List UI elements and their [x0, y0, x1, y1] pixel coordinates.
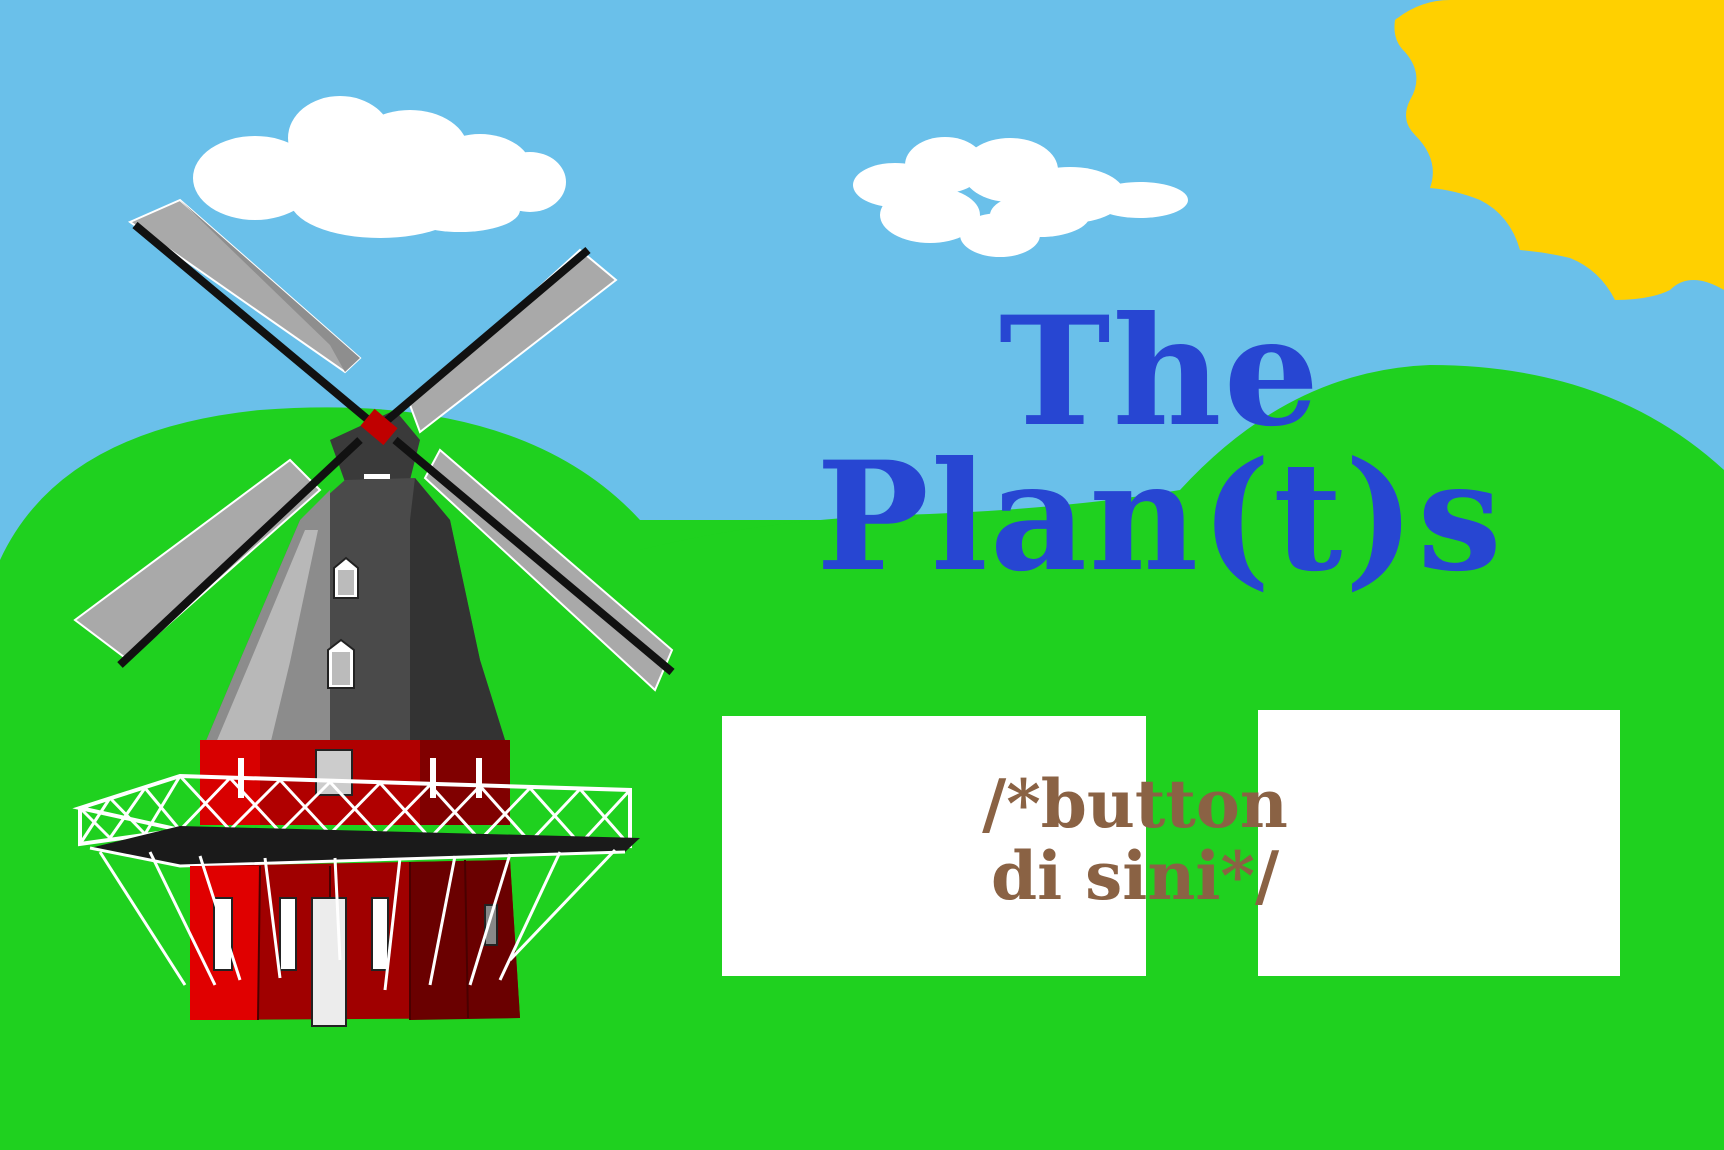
button-placeholder-line-1: /*button	[982, 765, 1288, 843]
button-placeholder-text: /*button di sini*/	[955, 768, 1315, 912]
title-line-2: Plan(t)s	[816, 429, 1504, 605]
game-scene: The Plan(t)s /*button di sini*/	[0, 0, 1724, 1150]
title-line-1: The	[998, 284, 1322, 460]
button-placeholder-line-2: di sini*/	[990, 837, 1280, 915]
game-title: The Plan(t)s	[680, 284, 1640, 605]
